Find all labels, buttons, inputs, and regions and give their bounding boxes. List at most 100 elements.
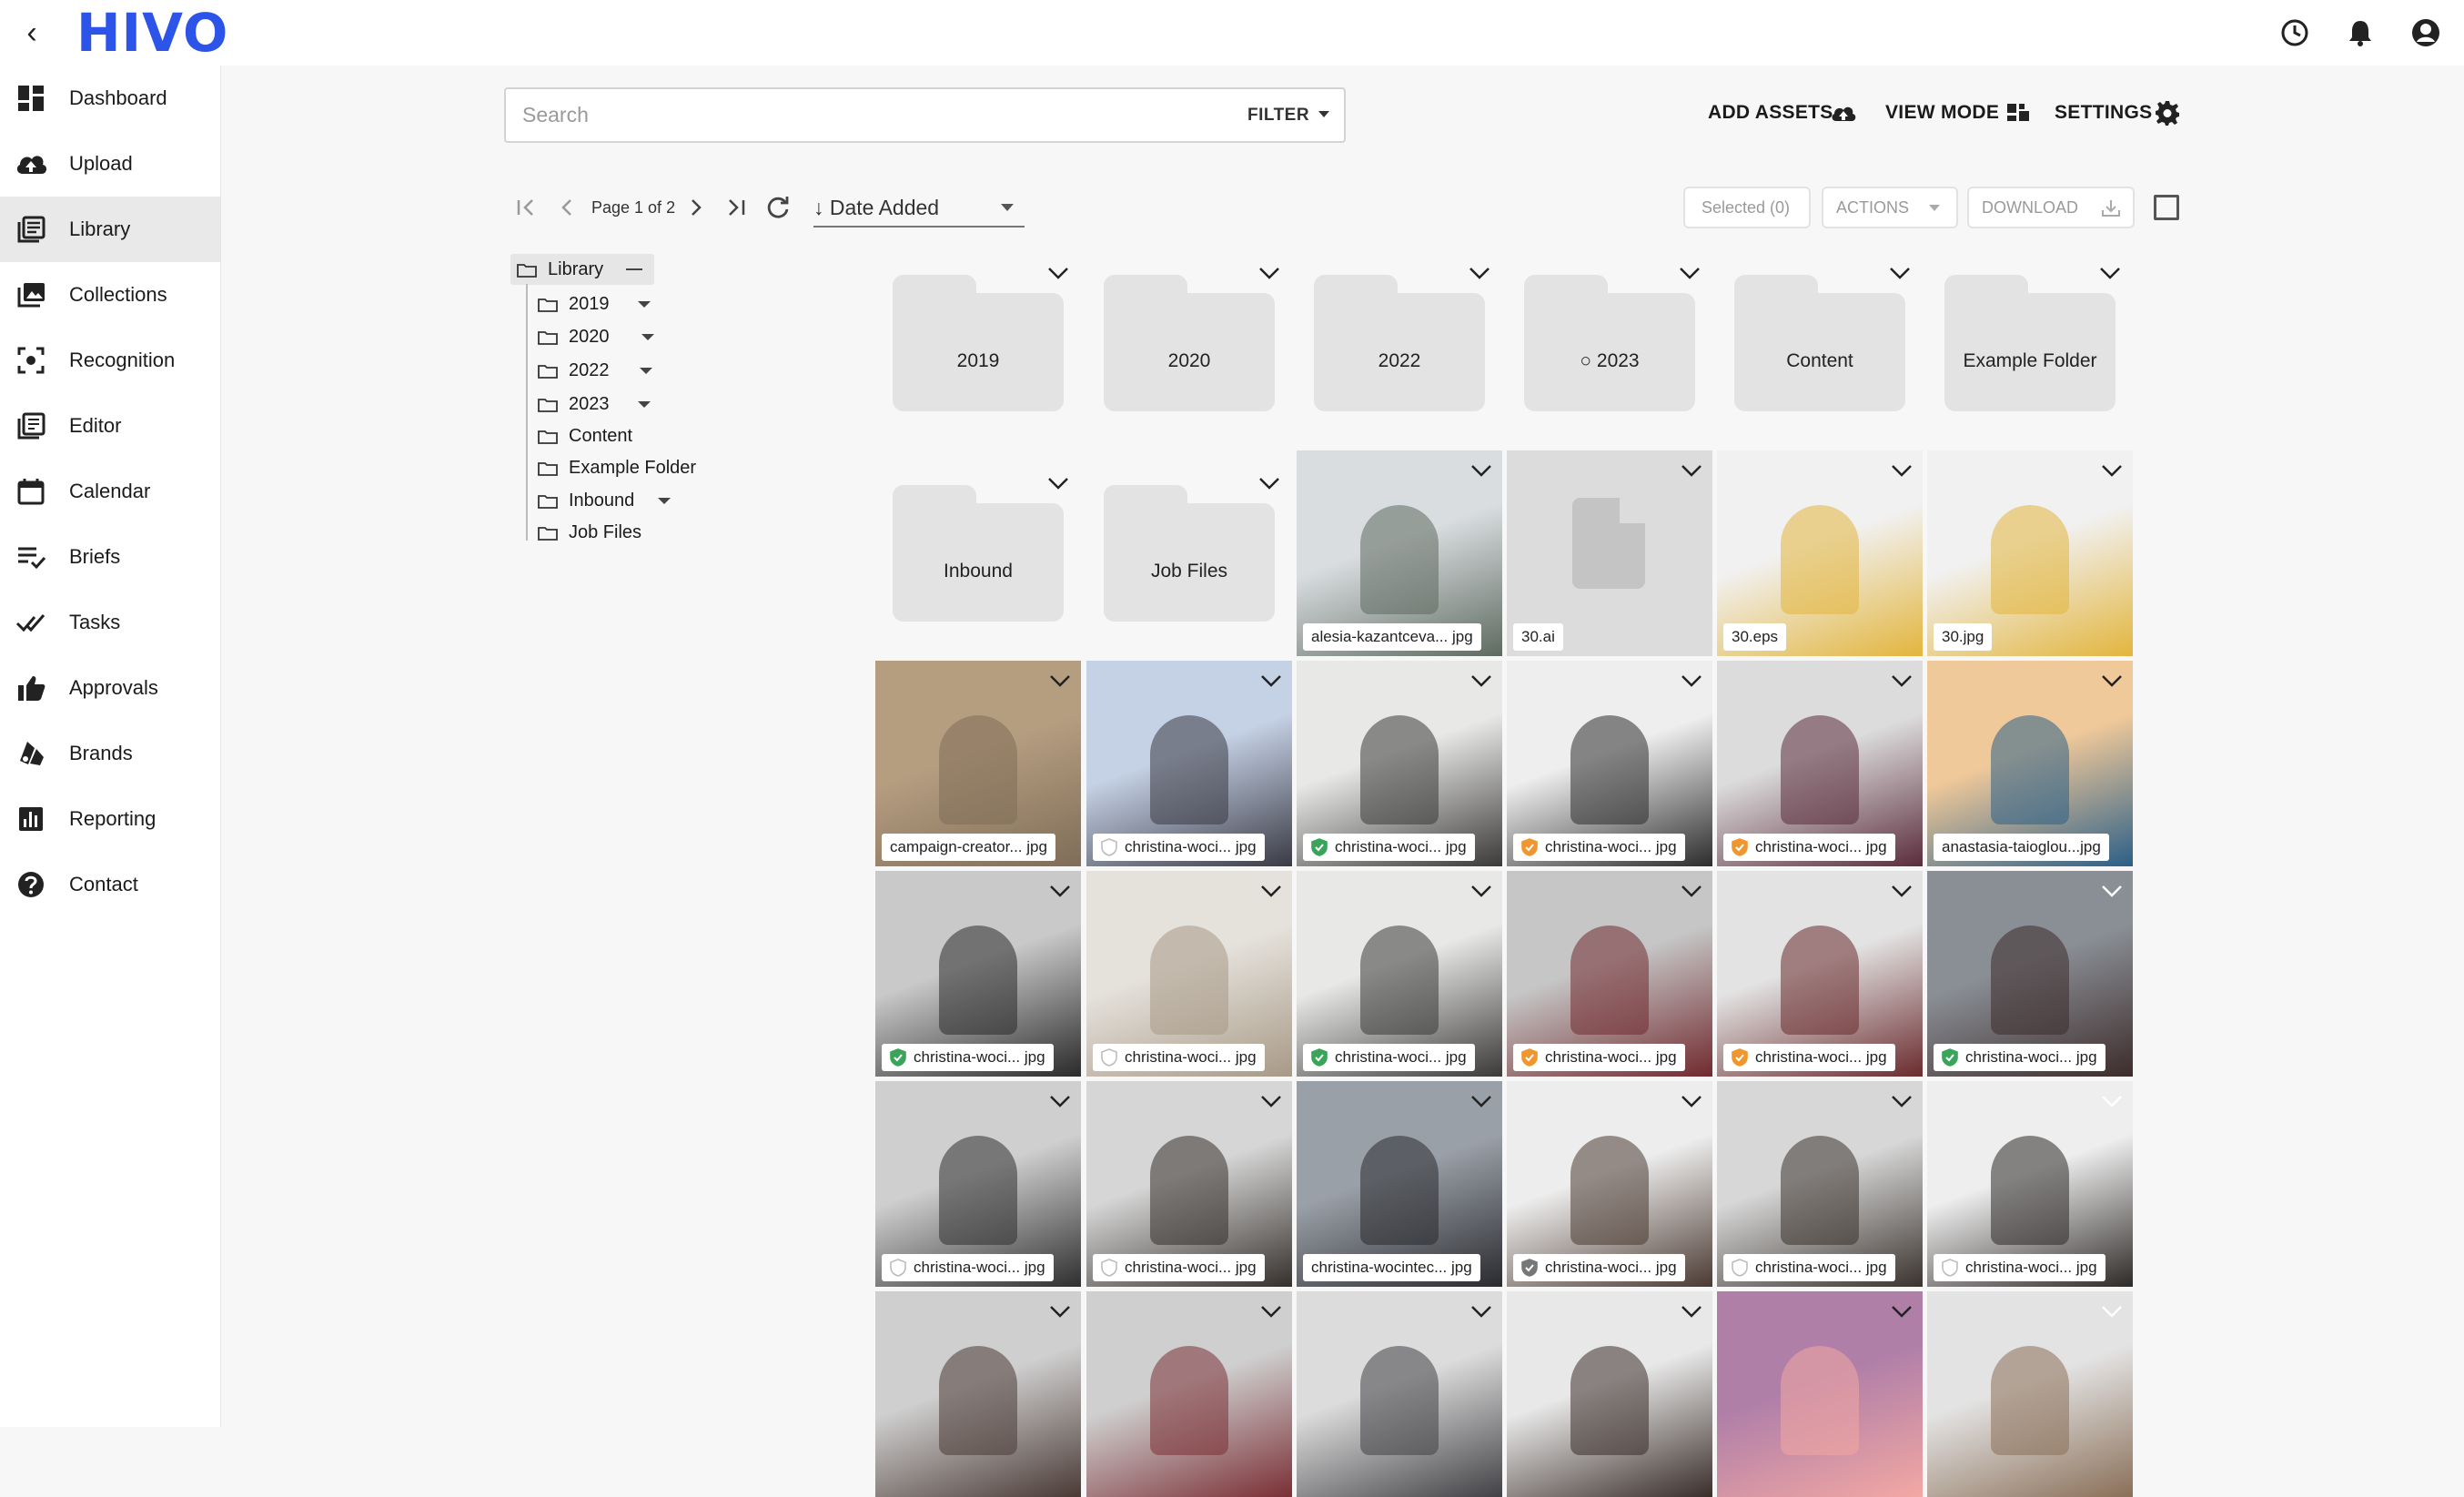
asset-tile[interactable]: campaign-creator... jpg bbox=[875, 661, 1081, 866]
tree-item-2020[interactable]: 2020 bbox=[538, 321, 774, 352]
sidebar-item-editor[interactable]: Editor bbox=[0, 393, 220, 459]
asset-tile[interactable]: christina-woci... jpg bbox=[1717, 1081, 1923, 1287]
item-menu-chevron-icon[interactable] bbox=[2100, 1094, 2124, 1108]
next-page-icon[interactable] bbox=[682, 191, 710, 224]
asset-tile[interactable]: christina-woci... jpg bbox=[1507, 1081, 1712, 1287]
item-menu-chevron-icon[interactable] bbox=[1469, 1304, 1493, 1319]
tree-item-inbound[interactable]: Inbound bbox=[538, 485, 774, 516]
tree-item-2019[interactable]: 2019 bbox=[538, 288, 774, 319]
folder-tile[interactable]: 2022 bbox=[1314, 275, 1485, 411]
asset-tile[interactable]: christina-woci... jpg bbox=[1507, 871, 1712, 1077]
item-menu-chevron-icon[interactable] bbox=[2100, 1304, 2124, 1319]
settings-button[interactable]: SETTINGS bbox=[2055, 96, 2152, 129]
back-chevron-icon[interactable]: ‹ bbox=[20, 16, 44, 49]
item-menu-chevron-icon[interactable] bbox=[1259, 1094, 1283, 1108]
expand-caret-icon[interactable] bbox=[638, 401, 651, 408]
item-menu-chevron-icon[interactable] bbox=[1469, 673, 1493, 688]
asset-tile[interactable]: christina-woci... jpg bbox=[1086, 871, 1292, 1077]
select-all-checkbox[interactable] bbox=[2154, 195, 2179, 220]
asset-tile[interactable]: alesia-kazantceva... jpg bbox=[1297, 450, 1502, 656]
item-menu-chevron-icon[interactable] bbox=[1469, 463, 1493, 478]
sidebar-item-contact[interactable]: Contact bbox=[0, 852, 220, 917]
sidebar-item-briefs[interactable]: Briefs bbox=[0, 524, 220, 590]
last-page-icon[interactable] bbox=[722, 191, 750, 224]
tree-item-content[interactable]: Content bbox=[538, 420, 774, 451]
item-menu-chevron-icon[interactable] bbox=[1888, 266, 1912, 280]
item-menu-chevron-icon[interactable] bbox=[1678, 266, 1702, 280]
asset-tile[interactable]: christina-woci... jpg bbox=[1507, 661, 1712, 866]
gear-icon[interactable] bbox=[2153, 98, 2182, 127]
item-menu-chevron-icon[interactable] bbox=[1468, 266, 1491, 280]
item-menu-chevron-icon[interactable] bbox=[1469, 1094, 1493, 1108]
item-menu-chevron-icon[interactable] bbox=[1259, 1304, 1283, 1319]
folder-tile[interactable]: 2019 bbox=[893, 275, 1064, 411]
item-menu-chevron-icon[interactable] bbox=[1890, 463, 1914, 478]
asset-tile[interactable]: christina-woci... jpg bbox=[1927, 1081, 2133, 1287]
folder-tile[interactable]: 2020 bbox=[1104, 275, 1275, 411]
add-assets-button[interactable]: ADD ASSETS bbox=[1708, 96, 1833, 129]
item-menu-chevron-icon[interactable] bbox=[1048, 884, 1072, 898]
asset-tile[interactable]: christina-woci... jpg bbox=[1086, 661, 1292, 866]
sidebar-item-recognition[interactable]: Recognition bbox=[0, 328, 220, 393]
asset-tile[interactable] bbox=[875, 1291, 1081, 1497]
asset-tile[interactable]: christina-woci... jpg bbox=[1297, 661, 1502, 866]
folder-tile[interactable]: Inbound bbox=[893, 485, 1064, 622]
tree-item-2022[interactable]: 2022 bbox=[538, 355, 774, 386]
item-menu-chevron-icon[interactable] bbox=[1259, 673, 1283, 688]
item-menu-chevron-icon[interactable] bbox=[1257, 266, 1281, 280]
view-mode-button[interactable]: VIEW MODE bbox=[1885, 96, 1999, 129]
asset-tile[interactable]: christina-woci... jpg bbox=[875, 871, 1081, 1077]
item-menu-chevron-icon[interactable] bbox=[1048, 1304, 1072, 1319]
item-menu-chevron-icon[interactable] bbox=[1046, 266, 1070, 280]
item-menu-chevron-icon[interactable] bbox=[1046, 476, 1070, 491]
asset-tile[interactable]: anastasia-taioglou...jpg bbox=[1927, 661, 2133, 866]
item-menu-chevron-icon[interactable] bbox=[1469, 884, 1493, 898]
sort-caret-icon[interactable] bbox=[1001, 204, 1014, 211]
folder-tile[interactable]: Example Folder bbox=[1944, 275, 2116, 411]
asset-tile[interactable]: christina-woci... jpg bbox=[1086, 1081, 1292, 1287]
item-menu-chevron-icon[interactable] bbox=[1680, 1094, 1703, 1108]
sidebar-item-tasks[interactable]: Tasks bbox=[0, 590, 220, 655]
asset-tile[interactable]: christina-woci... jpg bbox=[1927, 871, 2133, 1077]
asset-tile[interactable]: christina-woci... jpg bbox=[1297, 871, 1502, 1077]
sidebar-item-collections[interactable]: Collections bbox=[0, 262, 220, 328]
expand-caret-icon[interactable] bbox=[640, 368, 652, 374]
item-menu-chevron-icon[interactable] bbox=[1257, 476, 1281, 491]
asset-tile[interactable]: 30.jpg bbox=[1927, 450, 2133, 656]
download-button[interactable]: DOWNLOAD bbox=[1967, 187, 2135, 228]
account-icon[interactable] bbox=[2409, 16, 2442, 49]
item-menu-chevron-icon[interactable] bbox=[2100, 673, 2124, 688]
bell-icon[interactable] bbox=[2344, 16, 2377, 49]
sidebar-item-brands[interactable]: Brands bbox=[0, 721, 220, 786]
search-bar[interactable]: Search FILTER bbox=[504, 87, 1346, 143]
asset-tile[interactable]: christina-woci... jpg bbox=[875, 1081, 1081, 1287]
sidebar-item-approvals[interactable]: Approvals bbox=[0, 655, 220, 721]
item-menu-chevron-icon[interactable] bbox=[2098, 266, 2122, 280]
item-menu-chevron-icon[interactable] bbox=[2100, 463, 2124, 478]
item-menu-chevron-icon[interactable] bbox=[1048, 1094, 1072, 1108]
asset-tile[interactable]: christina-wocintec... jpg bbox=[1297, 1081, 1502, 1287]
first-page-icon[interactable] bbox=[512, 191, 540, 224]
sidebar-item-dashboard[interactable]: Dashboard bbox=[0, 66, 220, 131]
asset-tile[interactable] bbox=[1297, 1291, 1502, 1497]
item-menu-chevron-icon[interactable] bbox=[1048, 673, 1072, 688]
item-menu-chevron-icon[interactable] bbox=[1890, 1304, 1914, 1319]
expand-caret-icon[interactable] bbox=[638, 301, 651, 308]
sidebar-item-library[interactable]: Library bbox=[0, 197, 220, 262]
asset-tile[interactable] bbox=[1086, 1291, 1292, 1497]
sidebar-item-calendar[interactable]: Calendar bbox=[0, 459, 220, 524]
tree-item-2023[interactable]: 2023 bbox=[538, 389, 774, 420]
item-menu-chevron-icon[interactable] bbox=[1680, 1304, 1703, 1319]
filter-caret-icon[interactable] bbox=[1318, 111, 1329, 117]
item-menu-chevron-icon[interactable] bbox=[1680, 673, 1703, 688]
refresh-icon[interactable] bbox=[764, 191, 792, 224]
item-menu-chevron-icon[interactable] bbox=[1890, 673, 1914, 688]
item-menu-chevron-icon[interactable] bbox=[1259, 884, 1283, 898]
view-mode-icon[interactable] bbox=[2004, 98, 2033, 127]
folder-tile[interactable]: ○ 2023 bbox=[1524, 275, 1695, 411]
item-menu-chevron-icon[interactable] bbox=[1890, 1094, 1914, 1108]
expand-caret-icon[interactable] bbox=[658, 498, 671, 504]
sidebar-item-reporting[interactable]: Reporting bbox=[0, 786, 220, 852]
collapse-icon[interactable] bbox=[626, 268, 642, 270]
asset-tile[interactable]: 30.eps bbox=[1717, 450, 1923, 656]
